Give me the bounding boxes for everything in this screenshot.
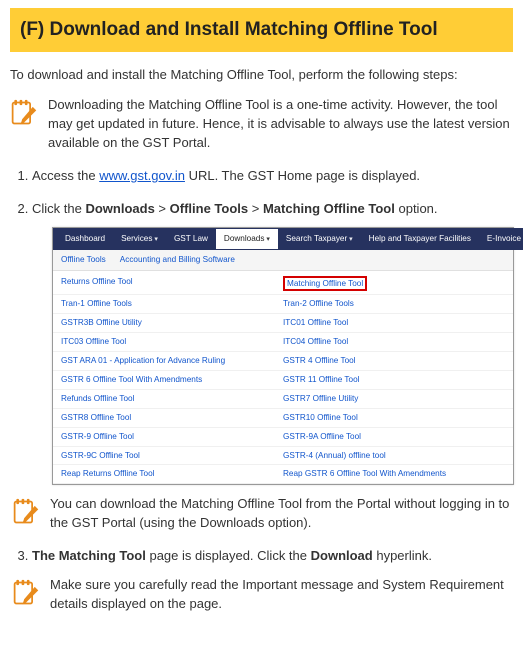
notepad-pencil-icon <box>12 578 40 608</box>
tool-link[interactable]: ITC04 Offline Tool <box>283 336 505 348</box>
screenshot-mock: Dashboard Services GST Law Downloads Sea… <box>52 227 514 486</box>
notepad-pencil-icon <box>12 497 40 527</box>
nav-tab-help[interactable]: Help and Taxpayer Facilities <box>361 229 479 249</box>
notepad-pencil-icon <box>10 98 38 128</box>
note-text: Make sure you carefully read the Importa… <box>50 576 513 614</box>
step-text: hyperlink. <box>373 548 432 563</box>
top-nav-bar: Dashboard Services GST Law Downloads Sea… <box>53 228 523 250</box>
tool-link[interactable]: GSTR-9A Offline Tool <box>283 431 505 443</box>
tool-link[interactable]: GSTR 11 Offline Tool <box>283 374 505 386</box>
breadcrumb-sep: > <box>248 201 263 216</box>
nav-tab-search-taxpayer[interactable]: Search Taxpayer <box>278 229 361 249</box>
tool-link[interactable]: GSTR7 Offline Utility <box>283 393 505 405</box>
step-text: URL. The GST Home page is displayed. <box>185 168 420 183</box>
sub-nav-bar: Offline Tools Accounting and Billing Sof… <box>53 250 513 271</box>
intro-paragraph: To download and install the Matching Off… <box>10 66 513 85</box>
download-hyperlink-label: Download <box>311 548 373 563</box>
tool-link[interactable]: ITC01 Offline Tool <box>283 317 505 329</box>
breadcrumb-sep: > <box>155 201 170 216</box>
tool-link[interactable]: GSTR8 Offline Tool <box>61 412 283 424</box>
subnav-offline-tools[interactable]: Offline Tools <box>61 254 106 266</box>
tool-link[interactable]: GSTR 4 Offline Tool <box>283 355 505 367</box>
step-item: Click the Downloads > Offline Tools > Ma… <box>32 200 513 533</box>
step-text: Access the <box>32 168 99 183</box>
subnav-accounting-billing[interactable]: Accounting and Billing Software <box>120 254 235 266</box>
tool-link[interactable]: Returns Offline Tool <box>61 276 283 292</box>
step-text: Click the <box>32 201 85 216</box>
tool-link[interactable]: Refunds Offline Tool <box>61 393 283 405</box>
matching-tool-page-label: The Matching Tool <box>32 548 146 563</box>
note-block: You can download the Matching Offline To… <box>12 495 513 533</box>
step-item: Access the www.gst.gov.in URL. The GST H… <box>32 167 513 186</box>
tool-link[interactable]: GSTR-4 (Annual) offline tool <box>283 450 505 462</box>
nav-tab-gst-law[interactable]: GST Law <box>166 229 216 249</box>
tool-link[interactable]: ITC03 Offline Tool <box>61 336 283 348</box>
note-text: Downloading the Matching Offline Tool is… <box>48 96 513 153</box>
section-heading: (F) Download and Install Matching Offlin… <box>10 8 513 52</box>
breadcrumb-matching-tool: Matching Offline Tool <box>263 201 395 216</box>
nav-tab-dashboard[interactable]: Dashboard <box>57 229 113 249</box>
tool-link[interactable]: GSTR-9C Offline Tool <box>61 450 283 462</box>
tool-link[interactable]: GST ARA 01 - Application for Advance Rul… <box>61 355 283 367</box>
step-text: option. <box>395 201 438 216</box>
nav-tab-einvoice[interactable]: E-Invoice <box>479 229 523 249</box>
nav-tab-services[interactable]: Services <box>113 229 166 249</box>
gst-url-link[interactable]: www.gst.gov.in <box>99 168 185 183</box>
steps-list: Access the www.gst.gov.in URL. The GST H… <box>10 167 513 614</box>
breadcrumb-downloads: Downloads <box>85 201 154 216</box>
nav-tab-downloads[interactable]: Downloads <box>216 229 278 249</box>
step-text: page is displayed. Click the <box>146 548 311 563</box>
tool-link[interactable]: GSTR-9 Offline Tool <box>61 431 283 443</box>
tool-link[interactable]: GSTR 6 Offline Tool With Amendments <box>61 374 283 386</box>
note-block: Downloading the Matching Offline Tool is… <box>10 96 513 153</box>
tool-link[interactable]: Reap GSTR 6 Offline Tool With Amendments <box>283 468 505 480</box>
tool-link[interactable]: Tran-2 Offline Tools <box>283 298 505 310</box>
tool-link[interactable]: GSTR3B Offline Utility <box>61 317 283 329</box>
tool-link[interactable]: Reap Returns Offline Tool <box>61 468 283 480</box>
tool-link[interactable]: Tran-1 Offline Tools <box>61 298 283 310</box>
heading-text: (F) Download and Install Matching Offlin… <box>20 19 438 40</box>
note-text: You can download the Matching Offline To… <box>50 495 513 533</box>
tool-link-highlighted[interactable]: Matching Offline Tool <box>283 276 367 292</box>
tool-link[interactable]: GSTR10 Offline Tool <box>283 412 505 424</box>
breadcrumb-offline-tools: Offline Tools <box>170 201 248 216</box>
tools-grid: Returns Offline ToolMatching Offline Too… <box>53 271 513 485</box>
note-block: Make sure you carefully read the Importa… <box>12 576 513 614</box>
